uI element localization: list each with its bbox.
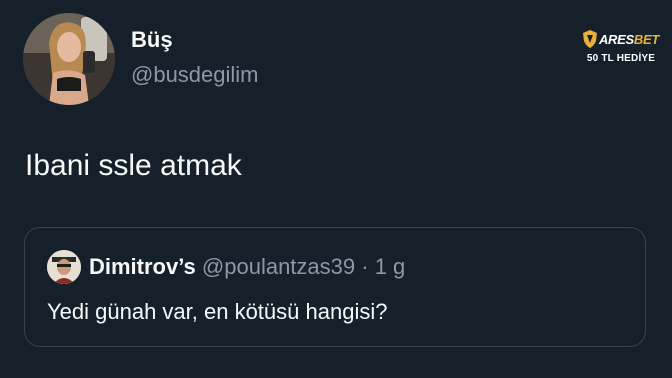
brand-name: ARESBET [598, 31, 659, 47]
quoted-author-name[interactable]: Dimitrov’s [89, 254, 196, 279]
author-handle[interactable]: @busdegilim [131, 62, 259, 88]
author-avatar[interactable] [23, 13, 115, 105]
brand-promo: 50 TL HEDİYE [586, 53, 656, 64]
quoted-author-avatar[interactable] [47, 250, 81, 284]
quoted-author-handle[interactable]: @poulantzas39 [202, 254, 355, 279]
author-display-name[interactable]: Büş [131, 27, 173, 53]
tweet-text: Ibani ssle atmak [25, 149, 242, 182]
separator-dot: · [361, 254, 369, 279]
quoted-tweet-header: Dimitrov’s @poulantzas39 · 1 g [89, 254, 405, 280]
quoted-tweet-time[interactable]: 1 g [375, 254, 406, 279]
quoted-tweet-card[interactable]: Dimitrov’s @poulantzas39 · 1 g Yedi güna… [24, 227, 646, 347]
sponsor-watermark: ARESBET 50 TL HEDİYE [583, 30, 659, 64]
shield-logo-icon [583, 30, 597, 48]
quoted-tweet-text: Yedi günah var, en kötüsü hangisi? [47, 299, 388, 324]
